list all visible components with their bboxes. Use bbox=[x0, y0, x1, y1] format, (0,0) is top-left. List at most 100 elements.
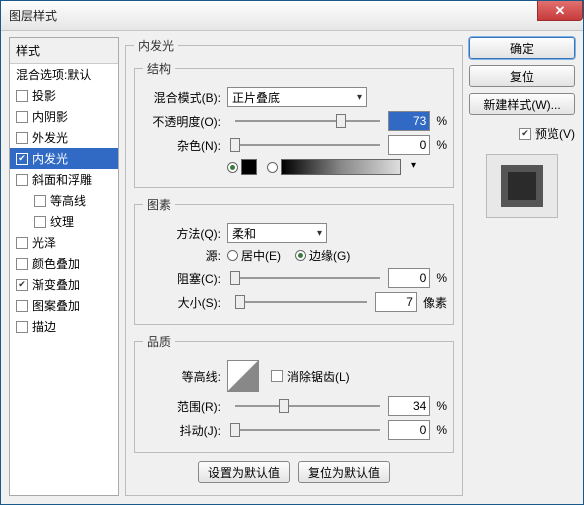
sidebar-item-label: 颜色叠加 bbox=[32, 255, 80, 272]
style-checkbox[interactable] bbox=[16, 258, 28, 270]
blend-mode-combo[interactable]: 正片叠底 bbox=[227, 87, 367, 107]
sidebar-item-label: 描边 bbox=[32, 318, 56, 335]
styles-sidebar: 样式 混合选项:默认 投影内阴影外发光 ✔内发光斜面和浮雕等高线纹理光泽颜色叠加 ✔… bbox=[9, 37, 119, 496]
noise-slider[interactable] bbox=[235, 138, 380, 152]
opacity-slider[interactable] bbox=[235, 114, 380, 128]
method-combo[interactable]: 柔和 bbox=[227, 223, 327, 243]
choke-suffix: % bbox=[436, 271, 447, 285]
sidebar-item[interactable]: 光泽 bbox=[10, 232, 118, 253]
sidebar-header: 样式 bbox=[10, 38, 118, 64]
opacity-label: 不透明度(O): bbox=[143, 113, 221, 130]
new-style-button[interactable]: 新建样式(W)... bbox=[469, 93, 575, 115]
sidebar-item-label: 混合选项:默认 bbox=[16, 66, 91, 83]
sidebar-item[interactable]: ✔ 渐变叠加 bbox=[10, 274, 118, 295]
blend-mode-value: 正片叠底 bbox=[232, 89, 280, 106]
sidebar-item[interactable]: 纹理 bbox=[10, 211, 118, 232]
structure-group: 结构 混合模式(B): 正片叠底 不透明度(O): 73 % bbox=[134, 60, 454, 188]
sidebar-item[interactable]: ✔内发光 bbox=[10, 148, 118, 169]
quality-legend: 品质 bbox=[143, 333, 175, 350]
source-edge-label: 边缘(G) bbox=[309, 247, 350, 264]
size-label: 大小(S): bbox=[143, 294, 221, 311]
jitter-input[interactable]: 0 bbox=[388, 420, 430, 440]
style-checkbox[interactable] bbox=[16, 300, 28, 312]
sidebar-item-label: 斜面和浮雕 bbox=[32, 171, 92, 188]
style-checkbox[interactable] bbox=[16, 90, 28, 102]
dialog-buttons: 确定 复位 新建样式(W)... ✔ 预览(V) bbox=[469, 37, 575, 496]
style-checkbox[interactable]: ✔ bbox=[16, 279, 28, 291]
blend-mode-label: 混合模式(B): bbox=[143, 89, 221, 106]
style-checkbox[interactable] bbox=[34, 195, 46, 207]
method-value: 柔和 bbox=[232, 225, 256, 242]
style-checkbox[interactable] bbox=[16, 111, 28, 123]
noise-suffix: % bbox=[436, 138, 447, 152]
size-input[interactable]: 7 bbox=[375, 292, 417, 312]
preview-label: 预览(V) bbox=[535, 125, 575, 142]
solid-color-radio[interactable] bbox=[227, 162, 238, 173]
gradient-radio[interactable] bbox=[267, 162, 278, 173]
structure-legend: 结构 bbox=[143, 60, 175, 77]
source-label: 源: bbox=[143, 247, 221, 264]
preview-thumbnail bbox=[486, 154, 558, 218]
style-checkbox[interactable] bbox=[16, 174, 28, 186]
quality-group: 品质 等高线: 消除锯齿(L) 范围(R): 34 % bbox=[134, 333, 454, 453]
preview-checkbox[interactable]: ✔ bbox=[519, 128, 531, 140]
cancel-button[interactable]: 复位 bbox=[469, 65, 575, 87]
choke-input[interactable]: 0 bbox=[388, 268, 430, 288]
sidebar-item[interactable]: 描边 bbox=[10, 316, 118, 337]
choke-label: 阻塞(C): bbox=[143, 270, 221, 287]
sidebar-item-label: 外发光 bbox=[32, 129, 68, 146]
window-buttons: ✕ bbox=[537, 1, 583, 21]
style-checkbox[interactable] bbox=[16, 132, 28, 144]
style-checkbox[interactable] bbox=[16, 321, 28, 333]
content: 样式 混合选项:默认 投影内阴影外发光✔内发光斜面和浮雕等高线纹理光泽颜色叠加✔… bbox=[9, 37, 575, 496]
close-button[interactable]: ✕ bbox=[537, 1, 583, 21]
sidebar-item-label: 图案叠加 bbox=[32, 297, 80, 314]
antialias-label: 消除锯齿(L) bbox=[287, 368, 350, 385]
range-slider[interactable] bbox=[235, 399, 380, 413]
size-suffix: 像素 bbox=[423, 294, 447, 311]
inner-glow-panel: 内发光 结构 混合模式(B): 正片叠底 不透明度(O): bbox=[125, 37, 463, 496]
antialias-checkbox[interactable] bbox=[271, 370, 283, 382]
make-default-button[interactable]: 设置为默认值 bbox=[198, 461, 290, 483]
sidebar-item[interactable]: 图案叠加 bbox=[10, 295, 118, 316]
effect-panel: 内发光 结构 混合模式(B): 正片叠底 不透明度(O): bbox=[125, 37, 463, 496]
titlebar: 图层样式 ✕ bbox=[1, 1, 583, 31]
opacity-input[interactable]: 73 bbox=[388, 111, 430, 131]
sidebar-item[interactable]: 外发光 bbox=[10, 127, 118, 148]
sidebar-item[interactable]: 内阴影 bbox=[10, 106, 118, 127]
elements-legend: 图素 bbox=[143, 196, 175, 213]
size-slider[interactable] bbox=[235, 295, 367, 309]
sidebar-item[interactable]: 投影 bbox=[10, 85, 118, 106]
jitter-slider[interactable] bbox=[235, 423, 380, 437]
layer-style-dialog: 图层样式 ✕ 样式 混合选项:默认 投影内阴影外发光✔内发光斜面和浮雕等高线纹理… bbox=[0, 0, 584, 505]
sidebar-item[interactable]: 等高线 bbox=[10, 190, 118, 211]
window-title: 图层样式 bbox=[9, 7, 57, 24]
source-edge-radio[interactable] bbox=[295, 250, 306, 261]
range-suffix: % bbox=[436, 399, 447, 413]
choke-slider[interactable] bbox=[235, 271, 380, 285]
sidebar-blend-options[interactable]: 混合选项:默认 bbox=[10, 64, 118, 85]
source-center-radio[interactable] bbox=[227, 250, 238, 261]
noise-input[interactable]: 0 bbox=[388, 135, 430, 155]
reset-default-button[interactable]: 复位为默认值 bbox=[298, 461, 390, 483]
panel-title: 内发光 bbox=[134, 37, 178, 54]
gradient-picker[interactable] bbox=[281, 159, 401, 175]
style-checkbox[interactable] bbox=[34, 216, 46, 228]
source-center-label: 居中(E) bbox=[241, 247, 281, 264]
style-checkbox[interactable]: ✔ bbox=[16, 153, 28, 165]
jitter-label: 抖动(J): bbox=[143, 422, 221, 439]
method-label: 方法(Q): bbox=[143, 225, 221, 242]
style-checkbox[interactable] bbox=[16, 237, 28, 249]
contour-label: 等高线: bbox=[143, 368, 221, 385]
glow-color-swatch[interactable] bbox=[241, 159, 257, 175]
sidebar-item[interactable]: 颜色叠加 bbox=[10, 253, 118, 274]
contour-picker[interactable] bbox=[227, 360, 259, 392]
sidebar-item[interactable]: 斜面和浮雕 bbox=[10, 169, 118, 190]
sidebar-item-label: 光泽 bbox=[32, 234, 56, 251]
noise-label: 杂色(N): bbox=[143, 137, 221, 154]
range-input[interactable]: 34 bbox=[388, 396, 430, 416]
ok-button[interactable]: 确定 bbox=[469, 37, 575, 59]
sidebar-item-label: 渐变叠加 bbox=[32, 276, 80, 293]
sidebar-item-label: 纹理 bbox=[50, 213, 74, 230]
sidebar-item-label: 等高线 bbox=[50, 192, 86, 209]
